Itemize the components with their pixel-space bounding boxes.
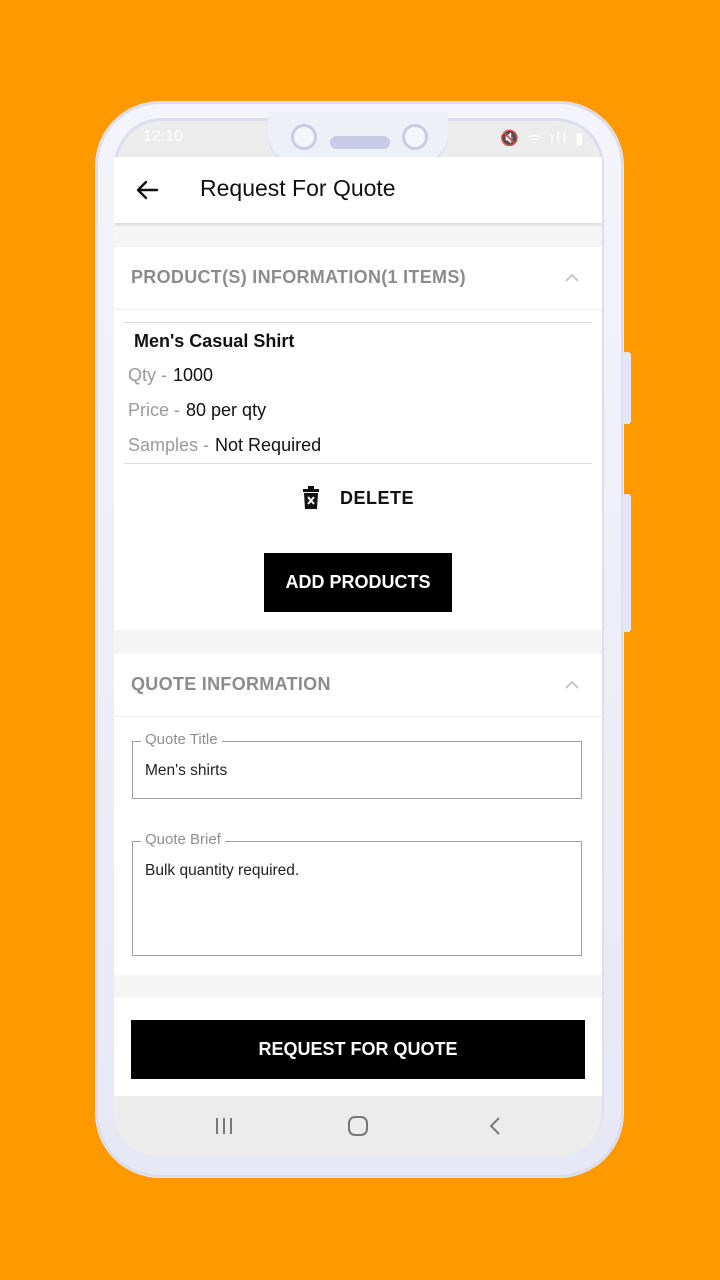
page-title: Request For Quote <box>200 175 396 201</box>
volume-button <box>622 352 631 424</box>
price-label: Price - <box>128 400 181 420</box>
samples-label: Samples - <box>128 435 210 455</box>
speaker-grille <box>330 136 390 149</box>
submit-card: REQUEST FOR QUOTE <box>114 998 602 1096</box>
status-time: 12:10 <box>143 128 184 145</box>
quote-brief-value: Bulk quantity required. <box>145 862 300 879</box>
trash-icon <box>303 486 319 509</box>
status-icons: 🔇 ᯤ ıll ▮ <box>500 129 586 147</box>
system-nav-bar <box>114 1096 602 1156</box>
delete-label: DELETE <box>340 487 415 508</box>
quote-section-header[interactable]: QUOTE INFORMATION <box>114 654 602 717</box>
product-samples: Samples - Not Required <box>128 435 321 456</box>
quote-card: QUOTE INFORMATION Quote Title Men's shir… <box>114 654 602 975</box>
app-bar: Request For Quote <box>114 157 602 223</box>
qty-label: Qty - <box>128 365 167 385</box>
back-arrow-icon[interactable] <box>134 177 160 203</box>
request-for-quote-button[interactable]: REQUEST FOR QUOTE <box>131 1020 585 1079</box>
quote-title-value: Men's shirts <box>145 762 228 779</box>
product-item: Men's Casual Shirt Qty - 1000 Price -80 p… <box>124 322 592 464</box>
nav-back-icon[interactable] <box>484 1114 508 1138</box>
power-button <box>622 494 631 632</box>
add-products-button[interactable]: ADD PRODUCTS <box>264 553 452 612</box>
quote-section-title: QUOTE INFORMATION <box>131 674 331 694</box>
app-screen: Request For Quote PRODUCT(S) INFORMATION… <box>114 157 602 1096</box>
quote-brief-field[interactable]: Quote Brief Bulk quantity required. <box>132 831 582 956</box>
qty-value: 1000 <box>173 365 214 385</box>
product-qty: Qty - 1000 <box>128 365 213 386</box>
chevron-up-icon[interactable] <box>564 678 580 690</box>
product-price: Price -80 per qty <box>128 400 266 421</box>
delete-product-button[interactable]: DELETE <box>302 484 414 512</box>
products-section-title: PRODUCT(S) INFORMATION(1 ITEMS) <box>131 267 466 287</box>
price-value: 80 per qty <box>186 400 267 420</box>
quote-title-field[interactable]: Quote Title Men's shirts <box>132 731 582 799</box>
chevron-up-icon[interactable] <box>564 271 580 283</box>
product-name: Men's Casual Shirt <box>134 331 295 351</box>
quote-brief-label: Quote Brief <box>141 831 225 848</box>
home-icon[interactable] <box>346 1114 370 1138</box>
recents-icon[interactable] <box>212 1114 236 1138</box>
products-section-header[interactable]: PRODUCT(S) INFORMATION(1 ITEMS) <box>114 247 602 310</box>
sensor-icon <box>402 124 428 150</box>
samples-value: Not Required <box>215 435 322 455</box>
products-card: PRODUCT(S) INFORMATION(1 ITEMS) Men's Ca… <box>114 247 602 630</box>
camera-icon <box>291 124 317 150</box>
quote-title-label: Quote Title <box>141 731 222 748</box>
